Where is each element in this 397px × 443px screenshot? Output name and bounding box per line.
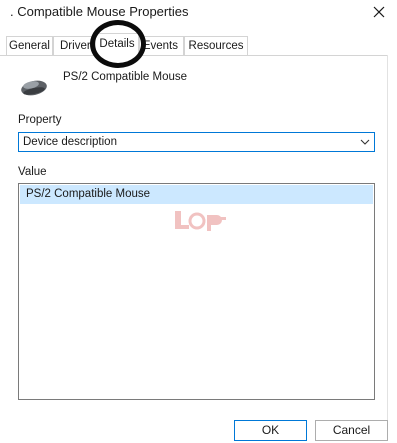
title-bar: . Compatible Mouse Properties xyxy=(0,0,397,26)
property-label: Property xyxy=(18,114,62,126)
list-item-text: PS/2 Compatible Mouse xyxy=(26,188,151,200)
tab-resources[interactable]: Resources xyxy=(184,36,248,55)
tab-general[interactable]: General xyxy=(6,36,53,55)
tab-divider xyxy=(0,55,388,56)
tab-details[interactable]: Details xyxy=(95,33,139,56)
close-button[interactable] xyxy=(366,1,392,23)
device-name: PS/2 Compatible Mouse xyxy=(63,71,188,83)
panel-border xyxy=(387,55,388,435)
cancel-button[interactable]: Cancel xyxy=(315,420,388,441)
mouse-icon xyxy=(19,77,49,97)
chevron-down-icon xyxy=(360,139,370,145)
value-list[interactable]: PS/2 Compatible Mouse xyxy=(18,183,375,400)
tab-driver[interactable]: Driver xyxy=(53,36,98,55)
window-title: . Compatible Mouse Properties xyxy=(10,4,189,19)
property-dropdown[interactable]: Device description xyxy=(18,132,375,152)
watermark-logo xyxy=(175,211,226,231)
list-item[interactable]: PS/2 Compatible Mouse xyxy=(20,185,373,204)
value-label: Value xyxy=(18,166,47,178)
ok-button[interactable]: OK xyxy=(234,420,307,441)
tab-events[interactable]: Events xyxy=(139,36,184,55)
close-icon xyxy=(373,6,385,18)
property-selected-value: Device description xyxy=(23,136,117,148)
